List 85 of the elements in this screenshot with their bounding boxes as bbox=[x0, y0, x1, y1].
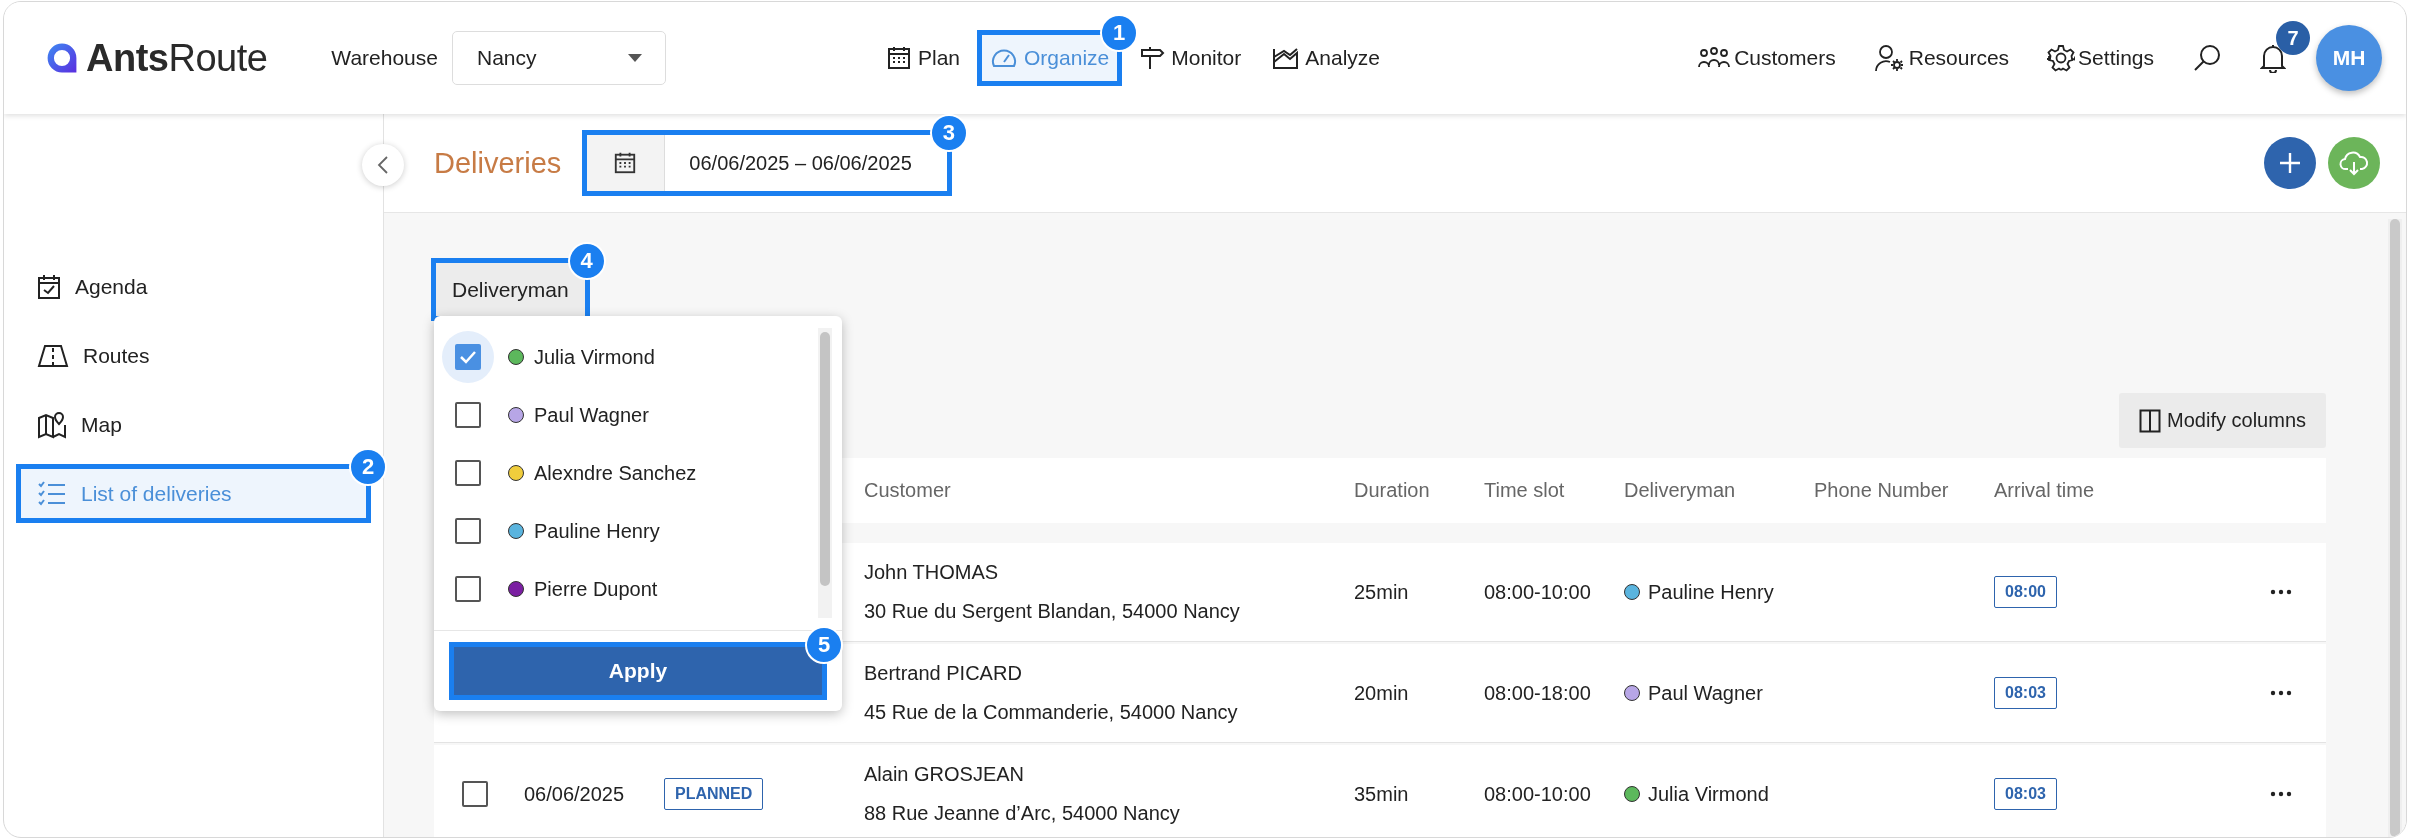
person-gear-icon bbox=[1873, 43, 1906, 73]
column-header: Customer bbox=[864, 479, 952, 502]
callout-badge: 3 bbox=[929, 114, 968, 152]
column-header: Deliveryman bbox=[1624, 479, 1737, 502]
scrollbar[interactable] bbox=[2388, 219, 2402, 837]
customer-address: 30 Rue du Sergent Blandan, 54000 Nancy bbox=[864, 600, 1240, 623]
toolbar-link[interactable]: Settings bbox=[2047, 44, 2154, 72]
columns-icon bbox=[2139, 408, 2162, 433]
app-logo[interactable]: AntsRoute bbox=[44, 36, 268, 80]
calendar-check-icon bbox=[37, 273, 61, 300]
toolbar-link[interactable]: Resources bbox=[1873, 43, 2010, 73]
chevron-left-icon bbox=[377, 155, 389, 175]
warehouse-label: Warehouse bbox=[331, 46, 438, 70]
nav-tab[interactable]: Plan bbox=[876, 33, 970, 83]
caret-icon bbox=[627, 53, 643, 63]
collapse-sidebar-button[interactable] bbox=[362, 144, 404, 186]
search-icon bbox=[2192, 43, 2222, 73]
chart-icon bbox=[1271, 45, 1300, 71]
callout-badge: 1 bbox=[1100, 14, 1139, 52]
cloud-download-icon bbox=[2339, 150, 2369, 176]
search-button[interactable] bbox=[2192, 43, 2222, 73]
arrival-time-tag: 08:03 bbox=[1994, 778, 2057, 810]
add-button[interactable] bbox=[2264, 137, 2316, 189]
column-header: Arrival time bbox=[1994, 479, 2095, 502]
signpost-icon bbox=[1139, 45, 1166, 71]
arrival-time-tag: 08:00 bbox=[1994, 576, 2057, 608]
sidebar-item[interactable]: Map bbox=[19, 398, 368, 451]
time-slot-cell: 08:00-10:00 bbox=[1484, 580, 1591, 604]
more-icon bbox=[2270, 589, 2292, 595]
customer-address: 45 Rue de la Commanderie, 54000 Nancy bbox=[864, 701, 1238, 724]
option-label: Pierre Dupont bbox=[534, 577, 658, 601]
map-icon bbox=[37, 410, 67, 439]
duration-cell: 35min bbox=[1354, 782, 1409, 806]
duration-cell: 20min bbox=[1354, 681, 1409, 705]
option-checkbox[interactable] bbox=[455, 344, 481, 370]
table-row[interactable]: 06/06/2025 PLANNED Alain GROSJEAN 88 Rue Jeanne d’Arc, 54000 Nancy 35min 08:00-10:00 Julia Virmond 08:03 bbox=[434, 745, 2326, 837]
sidebar-item[interactable]: Routes bbox=[19, 329, 368, 382]
duration-cell: 25min bbox=[1354, 580, 1409, 604]
option-label: Pauline Henry bbox=[534, 519, 660, 543]
more-icon bbox=[2270, 791, 2292, 797]
arrival-time-tag: 08:03 bbox=[1994, 677, 2057, 709]
callout-badge: 5 bbox=[805, 626, 843, 664]
nav-tab[interactable]: Analyze bbox=[1261, 33, 1390, 83]
page-title: Deliveries bbox=[434, 146, 562, 180]
check-icon bbox=[459, 350, 477, 364]
row-checkbox[interactable] bbox=[462, 781, 488, 807]
option-checkbox[interactable] bbox=[455, 576, 481, 602]
toolbar-link[interactable]: Customers bbox=[1697, 45, 1836, 71]
notification-count: 7 bbox=[2276, 21, 2310, 55]
column-header: Phone Number bbox=[1814, 479, 1950, 502]
option-label: Paul Wagner bbox=[534, 403, 649, 427]
option-label: Alexndre Sanchez bbox=[534, 461, 697, 485]
scrollbar[interactable] bbox=[818, 328, 832, 618]
time-slot-cell: 08:00-10:00 bbox=[1484, 782, 1591, 806]
notifications-button[interactable] bbox=[2260, 43, 2286, 73]
settings-icon bbox=[2047, 44, 2076, 72]
sidebar-item[interactable]: Agenda bbox=[19, 260, 368, 313]
date-cell: 06/06/2025 bbox=[524, 782, 625, 806]
calendar-icon bbox=[613, 150, 638, 176]
callout-badge: 4 bbox=[567, 242, 606, 280]
modify-columns-button[interactable]: Modify columns bbox=[2119, 393, 2326, 448]
column-header: Duration bbox=[1354, 479, 1431, 502]
customer-name: Alain GROSJEAN bbox=[864, 763, 1025, 786]
callout-badge: 2 bbox=[349, 448, 387, 486]
checklist-icon bbox=[37, 479, 67, 508]
time-slot-cell: 08:00-18:00 bbox=[1484, 681, 1591, 705]
deliveryman-name: Pauline Henry bbox=[1648, 580, 1774, 604]
customer-name: Bertrand PICARD bbox=[864, 662, 1022, 685]
column-header: Time slot bbox=[1484, 479, 1566, 502]
status-tag: PLANNED bbox=[664, 778, 764, 810]
plus-icon bbox=[2278, 151, 2302, 175]
deliveryman-name: Paul Wagner bbox=[1648, 681, 1763, 705]
customer-address: 88 Rue Jeanne d’Arc, 54000 Nancy bbox=[864, 802, 1180, 825]
warehouse-select[interactable]: Nancy bbox=[452, 31, 666, 85]
option-checkbox[interactable] bbox=[455, 402, 481, 428]
option-checkbox[interactable] bbox=[455, 518, 481, 544]
option-label: Julia Virmond bbox=[534, 345, 655, 369]
brand-name: AntsRoute bbox=[86, 36, 268, 80]
deliveryman-name: Julia Virmond bbox=[1648, 782, 1769, 806]
option-checkbox[interactable] bbox=[455, 460, 481, 486]
calendar-icon bbox=[886, 45, 912, 71]
more-icon bbox=[2270, 690, 2292, 696]
bell-icon bbox=[2260, 43, 2286, 73]
customer-name: John THOMAS bbox=[864, 561, 999, 584]
road-icon bbox=[37, 343, 69, 368]
